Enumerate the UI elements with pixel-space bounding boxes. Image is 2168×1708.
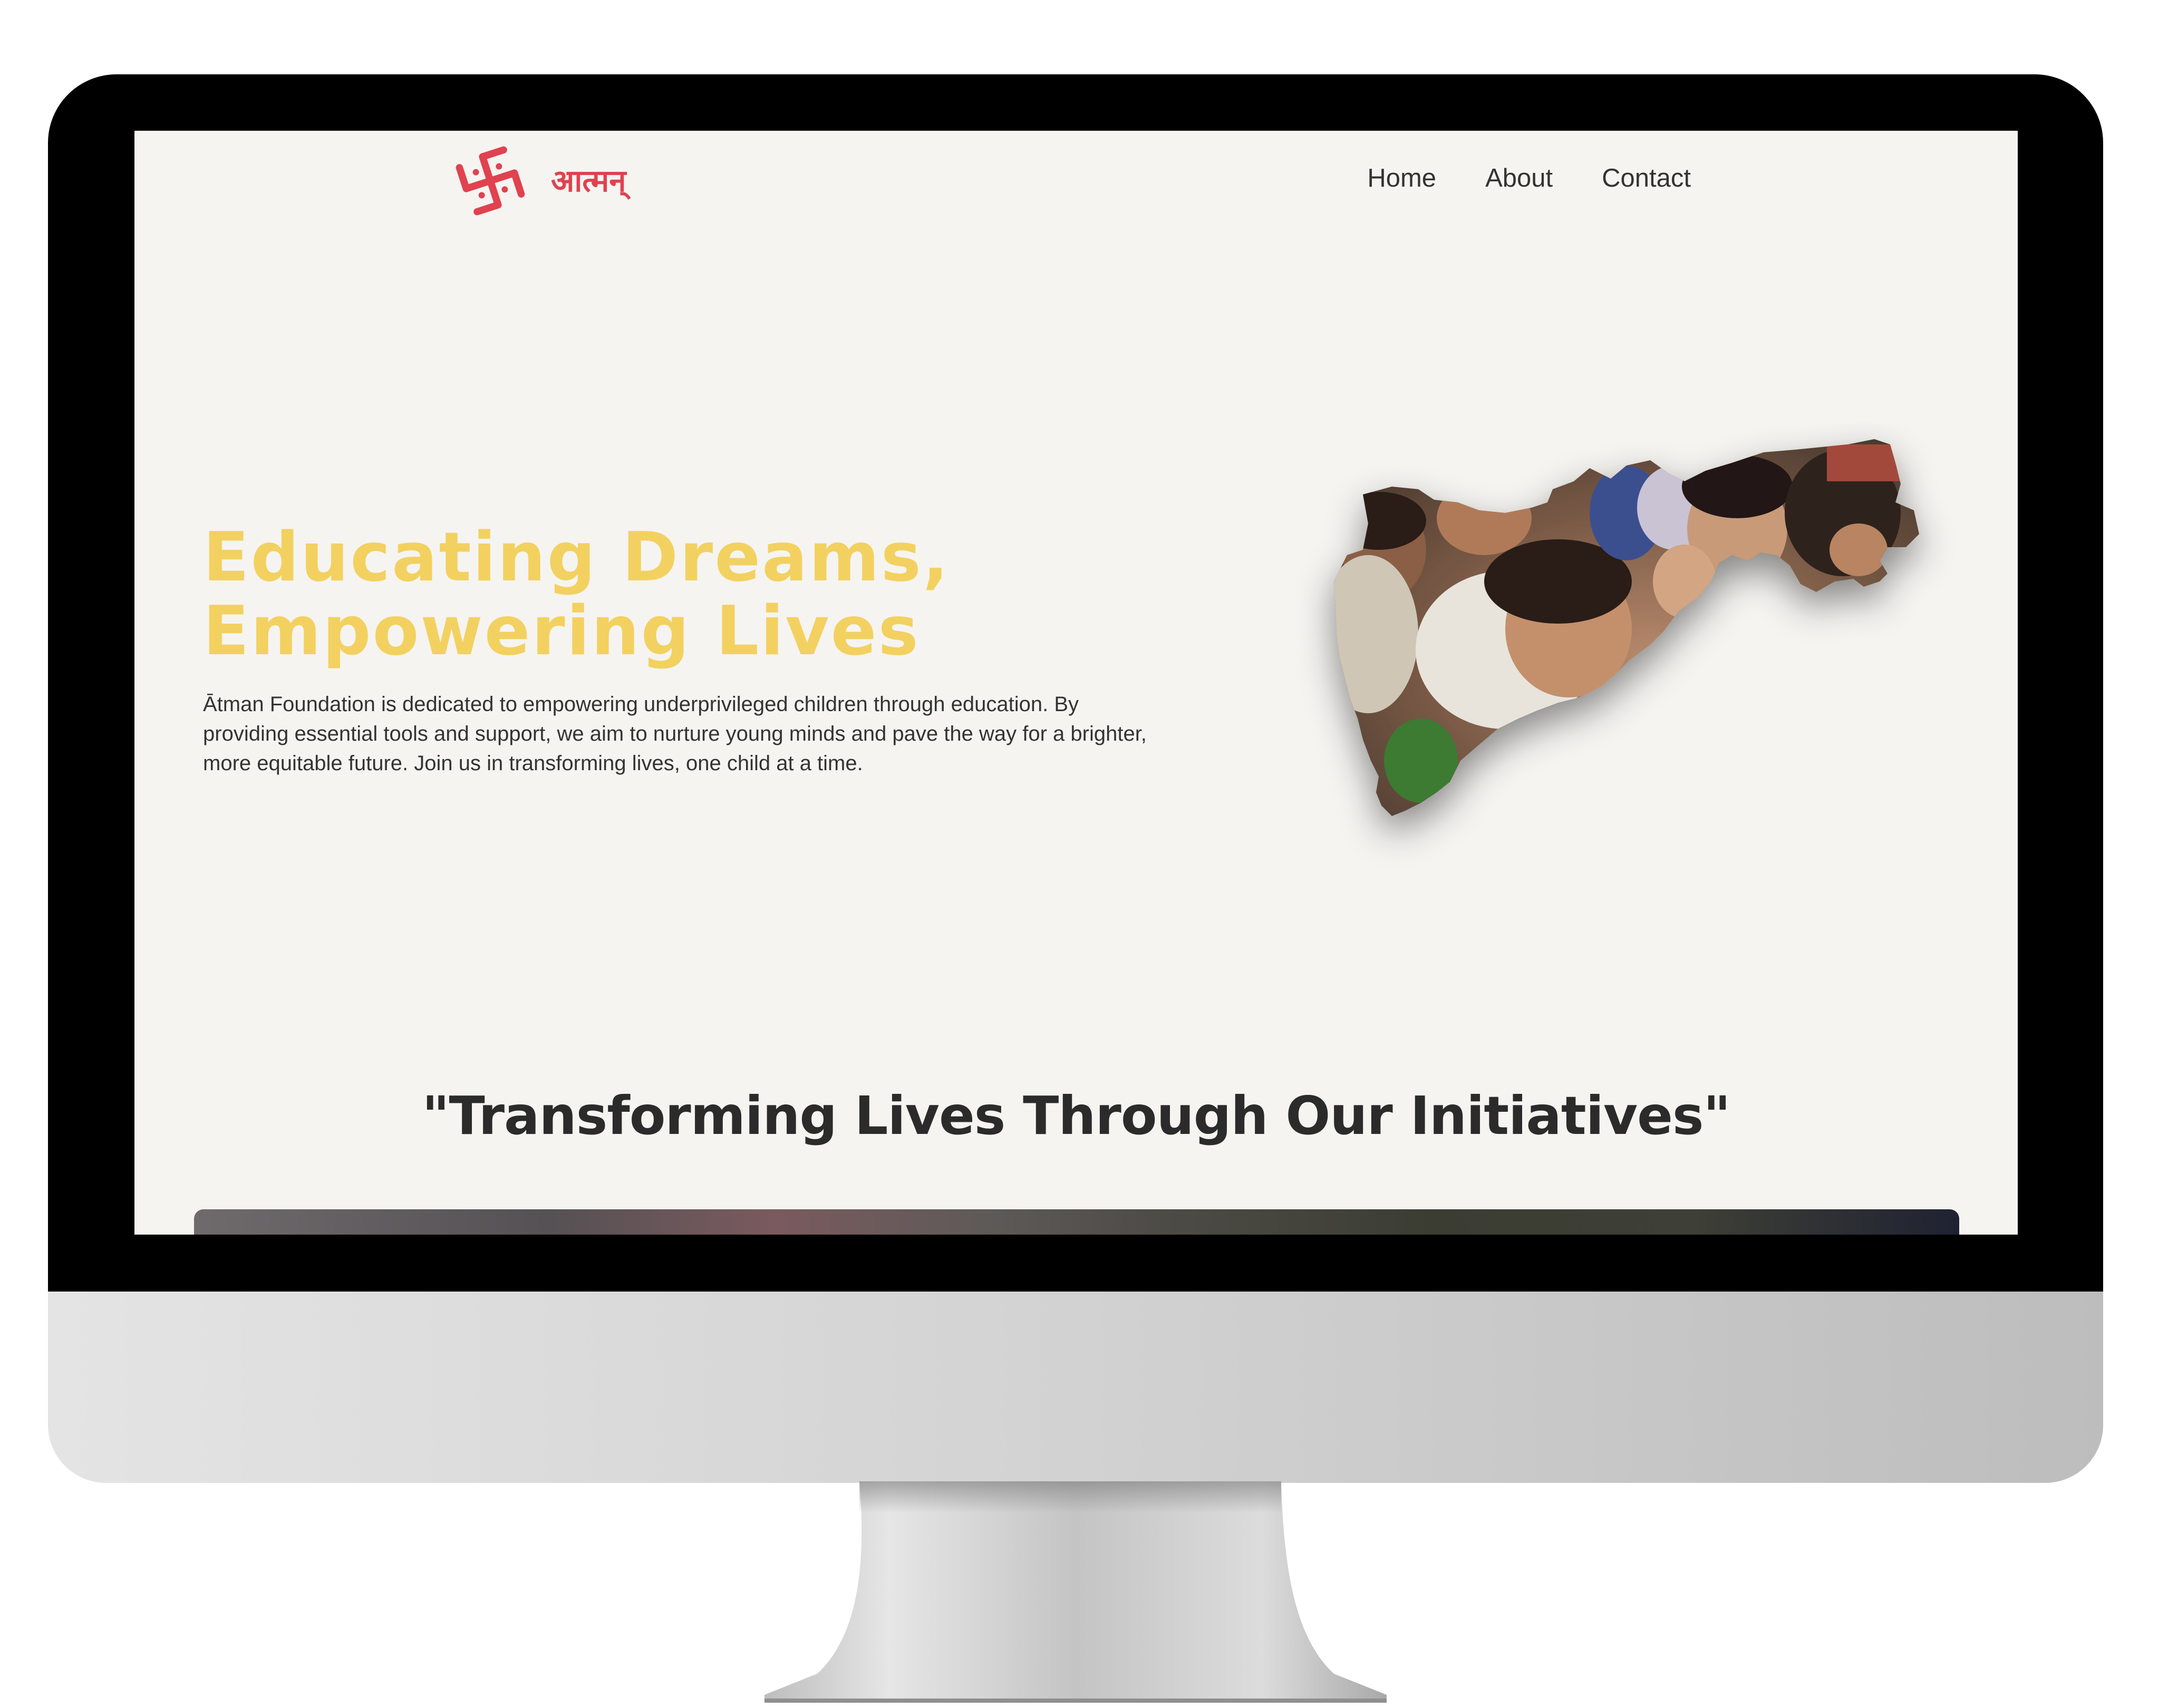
monitor-stand xyxy=(764,1481,1387,1703)
website-screen: आत्मन् Home About Contact Educating Drea… xyxy=(134,131,2018,1235)
swastika-icon xyxy=(456,146,525,216)
nav-contact[interactable]: Contact xyxy=(1602,163,1691,193)
hero-title: Educating Dreams, Empowering Lives xyxy=(203,521,950,668)
hero-description: Ātman Foundation is dedicated to empower… xyxy=(203,693,1147,775)
logo-text: आत्मन् xyxy=(551,163,626,199)
monitor-chin xyxy=(48,1292,2103,1483)
hero-title-line1: Educating Dreams, xyxy=(203,518,950,597)
nav-about[interactable]: About xyxy=(1485,163,1553,193)
hero-title-line2: Empowering Lives xyxy=(203,592,920,671)
site-logo[interactable]: आत्मन् xyxy=(451,141,626,220)
initiatives-card-preview[interactable] xyxy=(194,1209,1959,1235)
initiatives-title: "Transforming Lives Through Our Initiati… xyxy=(422,1085,1730,1147)
main-nav: Home About Contact xyxy=(1318,163,1691,193)
nav-home[interactable]: Home xyxy=(1367,163,1436,193)
hero-map-photo xyxy=(1334,439,1919,816)
